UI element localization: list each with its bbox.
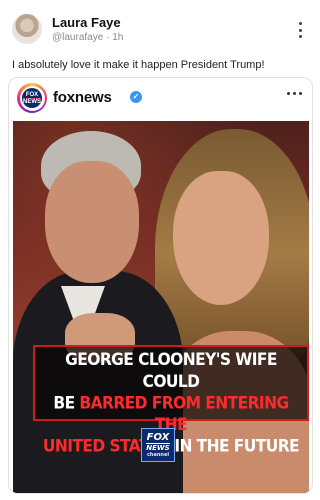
foxnews-logo: FOX NEWS: [19, 85, 45, 111]
post-caption: I absolutely love it make it happen Pres…: [12, 59, 265, 71]
headline-line-3b: IN THE FUTURE: [169, 436, 300, 456]
embed-more-icon[interactable]: [287, 92, 302, 95]
foxnews-logo-mark: FOX NEWS: [22, 88, 42, 108]
post-time: 1h: [112, 32, 124, 43]
author-handle[interactable]: @laurafaye: [52, 32, 103, 43]
badge-fox: FOX: [146, 431, 170, 443]
post-header: Laura Faye @laurafaye · 1h: [0, 0, 320, 52]
badge-news: NEWS: [146, 442, 170, 452]
meta-separator: ·: [106, 32, 110, 43]
badge-channel: channel: [146, 451, 170, 458]
verified-icon: ✓: [130, 91, 142, 103]
photo-man-face: [45, 161, 139, 283]
post-image[interactable]: GEORGE CLOONEY'S WIFE COULD BE BARRED FR…: [13, 121, 309, 493]
avatar[interactable]: [12, 14, 42, 44]
headline-line-1: GEORGE CLOONEY'S WIFE COULD: [65, 350, 277, 392]
headline-line-2b: BARRED FROM ENTERING THE: [79, 393, 289, 435]
fox-news-channel-logo: FOX NEWS channel: [141, 428, 175, 462]
embed-header: FOX NEWS foxnews ✓: [9, 78, 312, 118]
author-name[interactable]: Laura Faye: [52, 15, 121, 30]
post-meta: @laurafaye · 1h: [52, 32, 123, 43]
photo-woman-face: [173, 171, 269, 305]
logo-text-news: NEWS: [23, 97, 41, 105]
more-options-icon[interactable]: [294, 20, 306, 40]
headline-banner: GEORGE CLOONEY'S WIFE COULD BE BARRED FR…: [33, 345, 309, 456]
headline-line-2a: BE: [53, 393, 80, 413]
embedded-instagram-post[interactable]: FOX NEWS foxnews ✓ GEORGE CLOONEY'S WIFE…: [8, 77, 313, 494]
account-name[interactable]: foxnews: [53, 89, 112, 106]
